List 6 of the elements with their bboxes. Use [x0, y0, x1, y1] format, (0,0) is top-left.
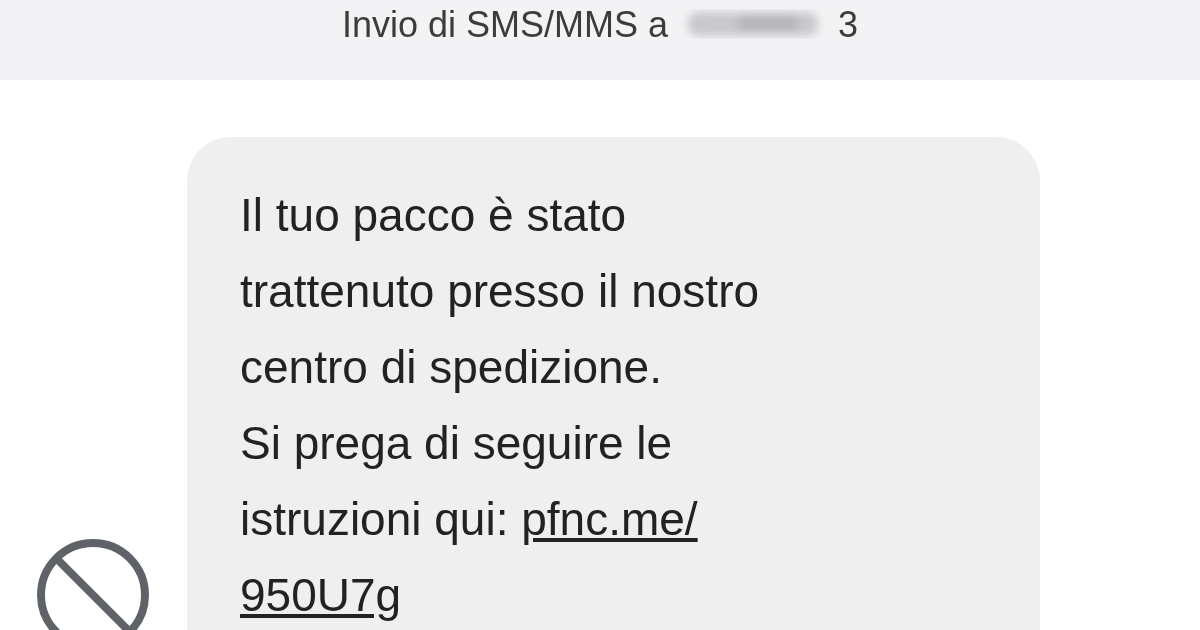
number-tail: 3 — [838, 3, 859, 47]
block-icon[interactable] — [36, 538, 150, 630]
message-text: Il tuo pacco è stato trattenuto presso il nostro centro di spedizione. Si prega di seguire le istruzioni qui: pfnc.me/ 950U7g — [240, 188, 761, 623]
header-title: Invio di SMS/MMS a — [341, 3, 669, 47]
link[interactable]: 950U7g — [240, 569, 402, 621]
link[interactable]: pfnc.me/ — [521, 493, 698, 545]
